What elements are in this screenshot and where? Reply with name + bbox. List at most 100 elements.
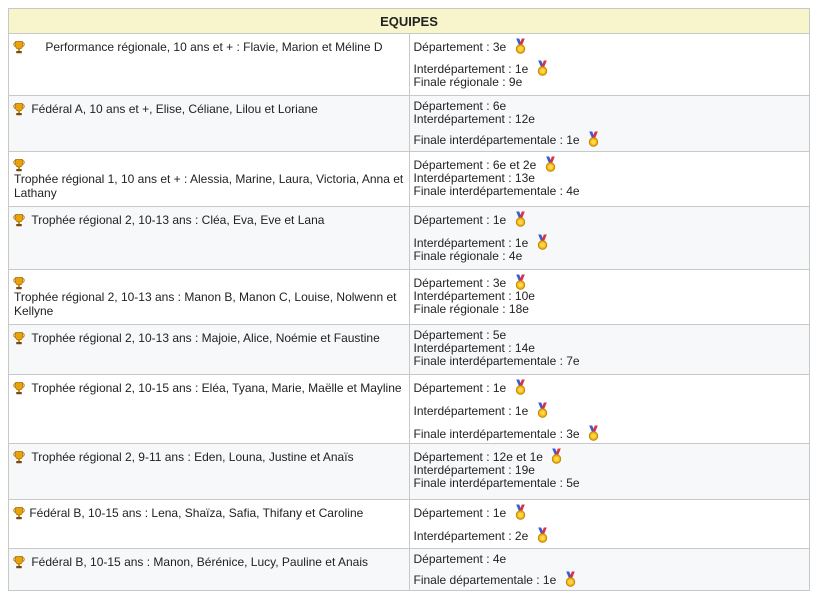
result-line: Finale interdépartementale : 5e (414, 477, 806, 490)
gold-medal-icon (515, 274, 526, 290)
team-cell: Fédéral B, 10-15 ans : Lena, Shaïza, Saf… (8, 499, 410, 549)
result-text: Département : 5e (413, 328, 507, 342)
result-text: Département : 6e (413, 99, 507, 113)
result-text: Finale départementale : 1e (413, 573, 557, 587)
results-cell: Département : 3e Interdépartement : 1e F… (408, 33, 810, 96)
gold-medal-icon (515, 379, 526, 395)
team-row: Trophée régional 2, 10-13 ans : Majoie, … (8, 324, 810, 375)
result-line: Finale interdépartementale : 7e (414, 355, 806, 368)
team-row: Trophée régional 2, 9-11 ans : Eden, Lou… (8, 443, 810, 500)
result-text: Finale régionale : 9e (413, 75, 523, 89)
result-text: Interdépartement : 19e (413, 463, 535, 477)
team-row: Fédéral B, 10-15 ans : Lena, Shaïza, Saf… (8, 499, 810, 549)
result-text: Interdépartement : 13e (413, 171, 535, 185)
result-text: Finale interdépartementale : 3e (413, 427, 580, 441)
result-text: Département : 12e et 1e (413, 450, 543, 464)
table-title: EQUIPES (8, 8, 810, 34)
gold-medal-icon (537, 402, 548, 418)
results-cell: Département : 12e et 1e Interdépartement… (408, 443, 810, 500)
team-cell: Performance régionale, 10 ans et + : Fla… (8, 33, 410, 96)
trophy-icon (12, 555, 26, 569)
team-cell: Fédéral A, 10 ans et +, Elise, Céliane, … (8, 95, 410, 152)
result-line: Finale départementale : 1e (414, 571, 806, 587)
results-cell: Département : 6e et 2e Interdépartement … (408, 151, 810, 207)
results-cell: Département : 3e Interdépartement : 10e … (408, 269, 810, 325)
result-line: Département : 1e (414, 211, 806, 227)
result-line: Interdépartement : 12e (414, 113, 806, 126)
team-description: Trophée régional 1, 10 ans et + : Alessi… (14, 172, 404, 200)
gold-medal-icon (565, 571, 576, 587)
team-row: Trophée régional 1, 10 ans et + : Alessi… (8, 151, 810, 207)
trophy-icon (12, 40, 26, 54)
gold-medal-icon (545, 156, 556, 172)
result-text: Finale interdépartementale : 5e (413, 476, 580, 490)
trophy-icon (12, 213, 26, 227)
team-cell: Trophée régional 2, 10-13 ans : Majoie, … (8, 324, 410, 375)
gold-medal-icon (537, 234, 548, 250)
result-line: Interdépartement : 1e (414, 234, 806, 250)
team-cell: Trophée régional 2, 10-13 ans : Manon B,… (8, 269, 410, 325)
result-text: Département : 3e (413, 276, 507, 290)
result-text: Département : 3e (413, 40, 507, 54)
trophy-icon (12, 450, 26, 464)
team-description: Trophée régional 2, 10-13 ans : Cléa, Ev… (31, 213, 325, 227)
result-text: Interdépartement : 1e (413, 62, 529, 76)
team-description: Fédéral B, 10-15 ans : Lena, Shaïza, Saf… (29, 506, 364, 520)
table-body: Performance régionale, 10 ans et + : Fla… (8, 33, 810, 591)
gold-medal-icon (515, 38, 526, 54)
header-row: EQUIPES (8, 8, 810, 34)
result-line: Finale régionale : 9e (414, 76, 806, 89)
result-text: Département : 1e (413, 506, 507, 520)
result-text: Département : 1e (413, 381, 507, 395)
gold-medal-icon (537, 527, 548, 543)
result-text: Interdépartement : 14e (413, 341, 535, 355)
result-line: Département : 3e (414, 38, 806, 54)
gold-medal-icon (515, 211, 526, 227)
result-text: Interdépartement : 10e (413, 289, 535, 303)
result-text: Interdépartement : 12e (413, 112, 535, 126)
result-line: Interdépartement : 1e (414, 402, 806, 418)
result-line: Département : 1e (414, 504, 806, 520)
result-line: Finale interdépartementale : 3e (414, 425, 806, 441)
gold-medal-icon (515, 504, 526, 520)
team-row: Trophée régional 2, 10-13 ans : Cléa, Ev… (8, 206, 810, 270)
team-cell: Trophée régional 2, 10-15 ans : Eléa, Ty… (8, 374, 410, 444)
result-text: Finale régionale : 4e (413, 249, 523, 263)
result-text: Finale interdépartementale : 4e (413, 184, 580, 198)
result-line: Département : 3e (414, 274, 806, 290)
results-cell: Département : 4e Finale départementale :… (408, 548, 810, 591)
team-row: Performance régionale, 10 ans et + : Fla… (8, 33, 810, 96)
gold-medal-icon (588, 131, 599, 147)
result-line: Interdépartement : 1e (414, 60, 806, 76)
team-cell: Trophée régional 1, 10 ans et + : Alessi… (8, 151, 410, 207)
team-row: Trophée régional 2, 10-15 ans : Eléa, Ty… (8, 374, 810, 444)
results-cell: Département : 5e Interdépartement : 14e … (408, 324, 810, 375)
result-text: Finale interdépartementale : 1e (413, 133, 580, 147)
result-line: Département : 6e et 2e (414, 156, 806, 172)
team-cell: Trophée régional 2, 10-13 ans : Cléa, Ev… (8, 206, 410, 270)
result-text: Département : 4e (413, 552, 507, 566)
result-line: Finale interdépartementale : 1e (414, 131, 806, 147)
result-text: Interdépartement : 1e (413, 236, 529, 250)
result-line: Finale régionale : 4e (414, 250, 806, 263)
team-description: Trophée régional 2, 10-13 ans : Majoie, … (31, 331, 380, 345)
team-row: Trophée régional 2, 10-13 ans : Manon B,… (8, 269, 810, 325)
results-table: EQUIPES Performance régionale, 10 ans et… (8, 8, 810, 591)
results-cell: Département : 1e Interdépartement : 2e (408, 499, 810, 549)
trophy-icon (12, 506, 26, 520)
trophy-icon (12, 276, 26, 290)
trophy-icon (12, 158, 26, 172)
result-line: Département : 12e et 1e (414, 448, 806, 464)
results-cell: Département : 6e Interdépartement : 12e … (408, 95, 810, 152)
team-description: Trophée régional 2, 10-15 ans : Eléa, Ty… (31, 381, 402, 395)
result-text: Département : 6e et 2e (413, 158, 537, 172)
team-description: Performance régionale, 10 ans et + : Fla… (45, 40, 383, 54)
result-line: Interdépartement : 2e (414, 527, 806, 543)
team-cell: Trophée régional 2, 9-11 ans : Eden, Lou… (8, 443, 410, 500)
result-line: Département : 4e (414, 553, 806, 566)
result-line: Département : 1e (414, 379, 806, 395)
results-cell: Département : 1e Interdépartement : 1e F… (408, 206, 810, 270)
trophy-icon (12, 381, 26, 395)
gold-medal-icon (551, 448, 562, 464)
team-description: Fédéral A, 10 ans et +, Elise, Céliane, … (31, 102, 318, 116)
